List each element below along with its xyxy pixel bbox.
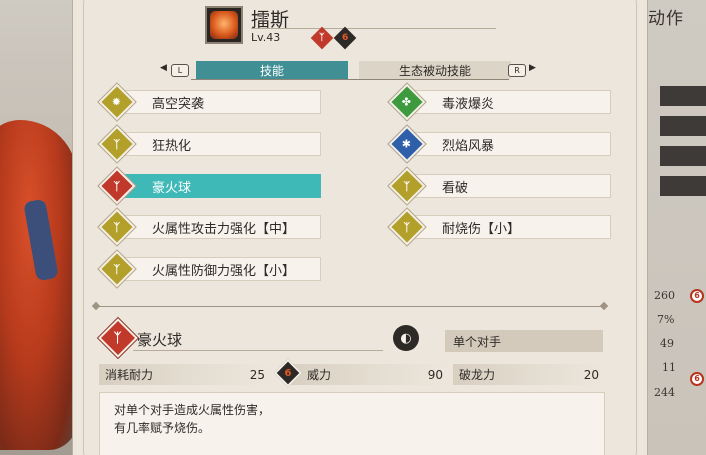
- skill-label: 豪火球: [152, 180, 192, 196]
- l-button-key[interactable]: L: [171, 64, 189, 77]
- skill-label: 烈焰风暴: [442, 138, 495, 154]
- monster-portrait-image: [210, 11, 238, 39]
- background-panel-title: 动作: [648, 9, 684, 29]
- tab-next-arrow-icon[interactable]: ▶: [529, 63, 536, 73]
- skill-label: 毒液爆炎: [442, 96, 495, 112]
- section-divider: [95, 306, 605, 307]
- skills-panel: 擂斯 Lv.43 ᛉ 6 ◀ L 技能 生态被动技能 R ▶ ✹ 高空突袭 ᛉ …: [72, 0, 648, 455]
- skill-item[interactable]: ✱ 烈焰风暴: [388, 125, 611, 163]
- background-stat: 7%: [657, 313, 675, 326]
- detail-name-underline: [133, 350, 383, 351]
- background-scene-left: [0, 0, 72, 455]
- skill-item[interactable]: ᛉ 狂热化: [98, 125, 321, 163]
- background-dark-row: [660, 146, 706, 166]
- stamina-cost-label: 消耗耐力: [105, 368, 154, 382]
- skill-item[interactable]: ✹ 高空突袭: [98, 83, 321, 121]
- detail-skill-name: 豪火球: [137, 331, 183, 349]
- skill-label: 耐烧伤【小】: [442, 221, 521, 237]
- power-label: 威力: [307, 368, 332, 382]
- background-dark-row: [660, 176, 706, 196]
- fire-element-icon: 6: [690, 372, 704, 386]
- monster-model: [0, 120, 72, 450]
- tab-prev-arrow-icon[interactable]: ◀: [160, 63, 167, 73]
- skill-label: 火属性防御力强化【小】: [152, 263, 296, 279]
- skill-item-selected[interactable]: ᛉ 豪火球: [98, 167, 321, 205]
- background-stat: 11: [662, 361, 676, 374]
- skill-item[interactable]: ᛉ 火属性攻击力强化【中】: [98, 208, 321, 246]
- kinship-stat: 破龙力 20: [453, 364, 605, 385]
- skill-description: 对单个对手造成火属性伤害， 有几率赋予烧伤。: [99, 392, 605, 455]
- skill-item[interactable]: ᛉ 火属性防御力强化【小】: [98, 250, 321, 288]
- stamina-cost-stat: 消耗耐力 25: [99, 364, 271, 385]
- tab-underline: [191, 79, 509, 80]
- tab-habitat-passive-skills[interactable]: 生态被动技能: [359, 61, 511, 79]
- target-type-label: 单个对手: [445, 330, 603, 352]
- power-stat: 威力 90: [285, 364, 449, 385]
- power-value: 90: [427, 367, 443, 382]
- description-line: 有几率赋予烧伤。: [114, 421, 211, 435]
- monster-level: Lv.43: [251, 31, 281, 44]
- skill-item[interactable]: ᛉ 耐烧伤【小】: [388, 208, 611, 246]
- background-dark-row: [660, 116, 706, 136]
- skill-label: 高空突袭: [152, 96, 205, 112]
- background-stat: 49: [660, 337, 674, 350]
- skill-item[interactable]: ✤ 毒液爆炎: [388, 83, 611, 121]
- skill-label: 火属性攻击力强化【中】: [152, 221, 296, 237]
- single-target-icon: ◐: [393, 325, 419, 351]
- description-line: 对单个对手造成火属性伤害，: [114, 403, 271, 417]
- kinship-value: 20: [583, 367, 599, 382]
- tab-skills[interactable]: 技能: [196, 61, 348, 79]
- r-button-key[interactable]: R: [508, 64, 526, 77]
- stamina-cost-value: 25: [249, 367, 265, 382]
- background-stat: 260: [654, 289, 675, 302]
- skill-item[interactable]: ᛉ 看破: [388, 167, 611, 205]
- monster-portrait: [205, 6, 243, 44]
- background-dark-row: [660, 86, 706, 106]
- background-stat: 244: [654, 386, 675, 399]
- fire-element-icon: 6: [690, 289, 704, 303]
- kinship-label: 破龙力: [459, 368, 496, 382]
- name-underline: [251, 28, 496, 29]
- skill-label: 看破: [442, 180, 469, 196]
- skill-label: 狂热化: [152, 138, 192, 154]
